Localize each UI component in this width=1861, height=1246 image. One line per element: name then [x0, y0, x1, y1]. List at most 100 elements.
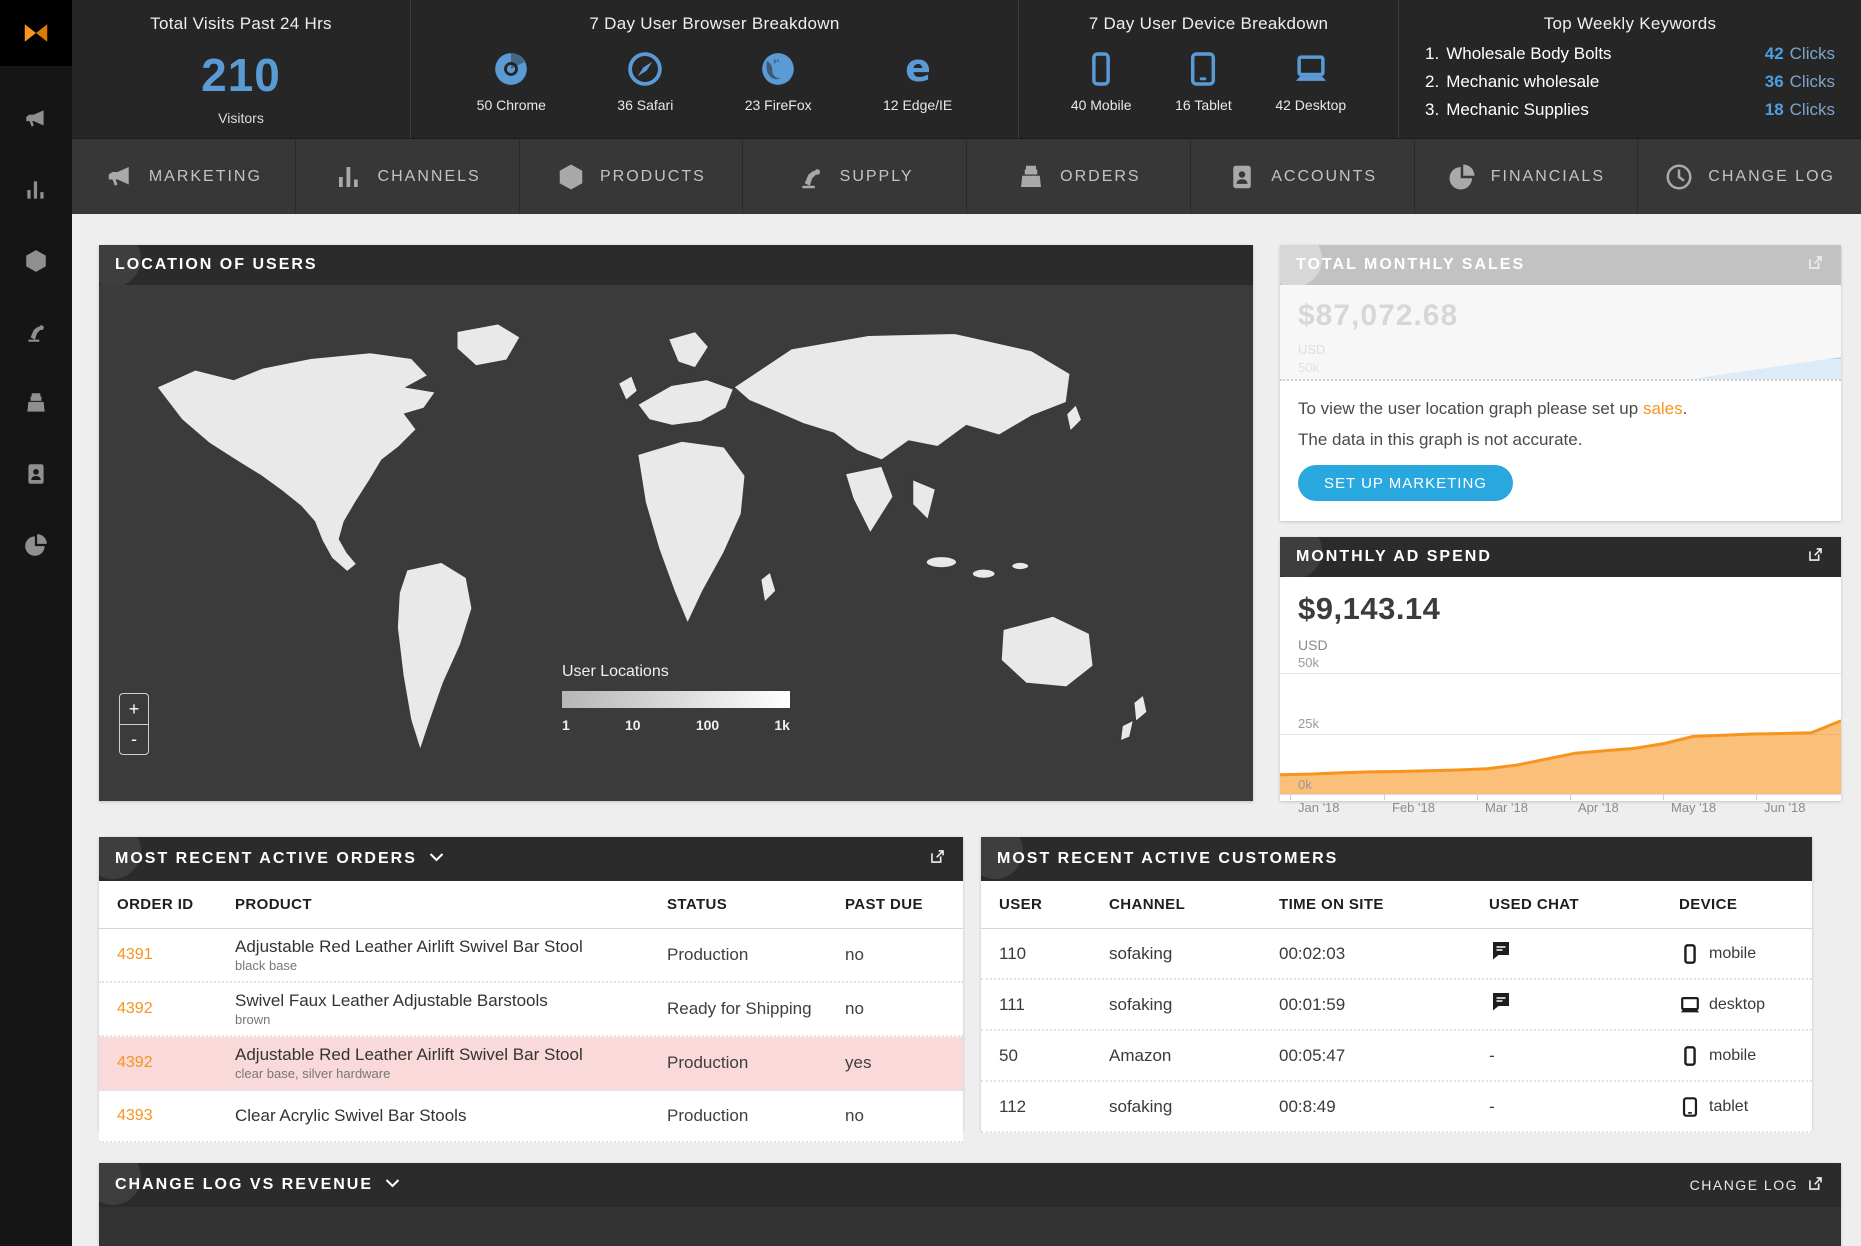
device-stat-desktop: 42 Desktop	[1275, 50, 1346, 113]
customer-row[interactable]: 111 sofaking 00:01:59 desktop	[981, 980, 1812, 1031]
sidebar-item-products[interactable]	[23, 248, 49, 279]
products-icon	[556, 162, 586, 192]
sales-link[interactable]: sales	[1643, 399, 1683, 418]
nav-accounts[interactable]: ACCOUNTS	[1190, 139, 1414, 214]
sidebar-item-orders[interactable]	[23, 390, 49, 421]
message-period: .	[1683, 399, 1688, 418]
panel-title: MOST RECENT ACTIVE ORDERS	[115, 850, 417, 868]
top-stats-bar: Total Visits Past 24 Hrs 210 Visitors 7 …	[72, 0, 1861, 138]
order-row[interactable]: 4392 Swivel Faux Leather Adjustable Bars…	[99, 983, 963, 1037]
nav-channels[interactable]: CHANNELS	[295, 139, 519, 214]
orders-icon	[23, 390, 49, 416]
channels-icon	[334, 162, 364, 192]
legend-title: User Locations	[562, 663, 790, 681]
nav-supply[interactable]: SUPPLY	[742, 139, 966, 214]
set-up-marketing-button[interactable]: SET UP MARKETING	[1298, 465, 1513, 501]
stat-device-breakdown: 7 Day User Device Breakdown 40 Mobile 16…	[1018, 0, 1398, 138]
customer-user: 50	[999, 1046, 1109, 1066]
nav-label: CHANGE LOG	[1708, 168, 1835, 186]
expand-icon[interactable]	[928, 847, 947, 871]
order-id[interactable]: 4392	[117, 1054, 235, 1072]
visits-value: 210	[72, 48, 410, 102]
nav-orders[interactable]: ORDERS	[966, 139, 1190, 214]
col-user: USER	[999, 896, 1109, 913]
order-id[interactable]: 4391	[117, 946, 235, 964]
col-status: STATUS	[667, 896, 845, 913]
nav-label: FINANCIALS	[1491, 168, 1605, 186]
panel-title: MONTHLY AD SPEND	[1296, 548, 1492, 566]
sidebar-item-financials[interactable]	[23, 532, 49, 563]
left-sidebar	[0, 0, 72, 1246]
customer-row[interactable]: 50 Amazon 00:05:47 - mobile	[981, 1031, 1812, 1082]
panel-title: CHANGE LOG VS REVENUE	[115, 1176, 373, 1194]
safari-icon	[626, 50, 664, 88]
order-id[interactable]: 4393	[117, 1107, 235, 1125]
nav-label: ACCOUNTS	[1271, 168, 1377, 186]
customer-user: 112	[999, 1097, 1109, 1117]
keyword-text: Wholesale Body Bolts	[1446, 44, 1765, 64]
adspend-amount: $9,143.14	[1280, 577, 1841, 627]
financials-icon	[23, 532, 49, 558]
customer-row[interactable]: 110 sofaking 00:02:03 mobile	[981, 929, 1812, 980]
x-label: Feb '18	[1392, 800, 1435, 815]
monthly-ad-spend-panel: MONTHLY AD SPEND $9,143.14 USD 50k 25k 0…	[1280, 537, 1841, 801]
order-variant: clear base, silver hardware	[235, 1066, 667, 1081]
sidebar-item-channels[interactable]	[23, 177, 49, 208]
map-zoom-out-button[interactable]: -	[120, 724, 148, 754]
expand-icon[interactable]	[1806, 545, 1825, 569]
customer-row[interactable]: 112 sofaking 00:8:49 - tablet	[981, 1082, 1812, 1133]
customer-device: mobile	[1709, 945, 1756, 963]
adspend-chart-svg	[1280, 674, 1841, 794]
nav-financials[interactable]: FINANCIALS	[1414, 139, 1638, 214]
order-id[interactable]: 4392	[117, 1000, 235, 1018]
legend-tick: 1	[562, 717, 570, 733]
col-used-chat: USED CHAT	[1489, 896, 1679, 913]
x-label: Jun '18	[1764, 800, 1806, 815]
order-product: Adjustable Red Leather Airlift Swivel Ba…	[235, 1045, 667, 1065]
legend-tick: 10	[625, 717, 641, 733]
chevron-down-icon[interactable]	[429, 850, 444, 868]
sales-currency: USD	[1298, 342, 1841, 357]
changelog-icon	[1664, 162, 1694, 192]
stat-top-keywords: Top Weekly Keywords 1. Wholesale Body Bo…	[1398, 0, 1861, 138]
nav-marketing[interactable]: MARKETING	[72, 139, 295, 214]
sidebar-item-marketing[interactable]	[23, 106, 49, 137]
keyword-rank: 2.	[1425, 72, 1439, 92]
map-zoom-in-button[interactable]: +	[120, 694, 148, 724]
browser-stat-chrome: 50 Chrome	[477, 50, 546, 113]
col-device: DEVICE	[1679, 896, 1812, 913]
panel-title: LOCATION OF USERS	[115, 256, 318, 274]
legend-tick: 100	[696, 717, 719, 733]
browser-stat-label: 50 Chrome	[477, 97, 546, 113]
world-map[interactable]: + - User Locations 1 10 100 1k	[99, 285, 1253, 801]
edge-icon: e	[899, 50, 937, 88]
customer-no-chat: -	[1489, 1046, 1679, 1066]
order-row-past-due[interactable]: 4392 Adjustable Red Leather Airlift Swiv…	[99, 1037, 963, 1091]
order-variant: black base	[235, 958, 667, 973]
keyword-row: 3. Mechanic Supplies 18 Clicks	[1425, 100, 1835, 120]
accounts-icon	[23, 461, 49, 487]
customer-channel: Amazon	[1109, 1046, 1279, 1066]
order-row[interactable]: 4393 Clear Acrylic Swivel Bar Stools Pro…	[99, 1091, 963, 1143]
customer-time: 00:01:59	[1279, 995, 1489, 1015]
keyword-clicks: 42	[1765, 44, 1784, 64]
order-row[interactable]: 4391 Adjustable Red Leather Airlift Swiv…	[99, 929, 963, 983]
sidebar-item-supply[interactable]	[23, 319, 49, 350]
col-order-id: ORDER ID	[117, 896, 235, 913]
order-product: Clear Acrylic Swivel Bar Stools	[235, 1106, 667, 1126]
nav-products[interactable]: PRODUCTS	[519, 139, 743, 214]
col-time-on-site: TIME ON SITE	[1279, 896, 1489, 913]
app-logo[interactable]	[0, 0, 72, 66]
sidebar-item-accounts[interactable]	[23, 461, 49, 492]
nav-change-log[interactable]: CHANGE LOG	[1637, 139, 1861, 214]
brand-mark-icon	[21, 18, 51, 48]
nav-label: SUPPLY	[840, 168, 914, 186]
sales-accuracy-note: The data in this graph is not accurate.	[1298, 430, 1823, 450]
orders-table-header: ORDER ID PRODUCT STATUS PAST DUE	[99, 881, 963, 929]
change-log-link[interactable]: CHANGE LOG	[1690, 1174, 1825, 1196]
expand-icon[interactable]	[1806, 253, 1825, 277]
recent-customers-panel: MOST RECENT ACTIVE CUSTOMERS USER CHANNE…	[981, 837, 1812, 1130]
customer-device: tablet	[1709, 1098, 1748, 1116]
chevron-down-icon[interactable]	[385, 1176, 400, 1194]
customer-channel: sofaking	[1109, 944, 1279, 964]
